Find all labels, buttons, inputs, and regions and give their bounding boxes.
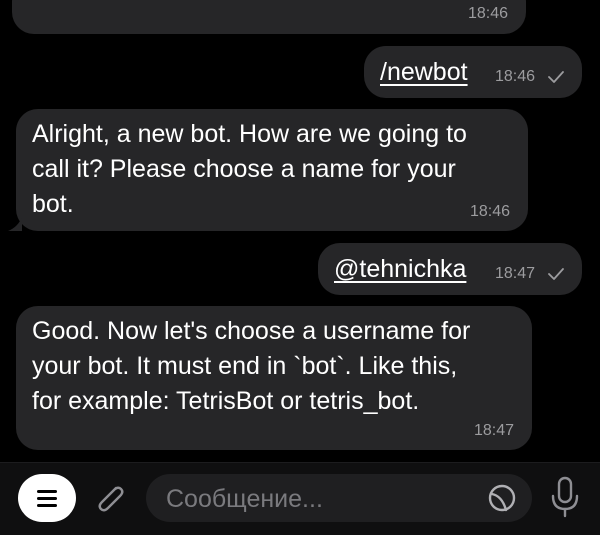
message-input-field[interactable]: Сообщение... (146, 474, 532, 522)
checkmark-icon (548, 268, 564, 280)
message-time: 18:46 (495, 68, 536, 85)
checkmark-icon (548, 71, 564, 83)
message-time: 18:46 (469, 203, 510, 220)
message-text: Alright, a new bot. How are we going to … (32, 120, 467, 218)
message-time: 18:47 (473, 422, 514, 439)
command-link[interactable]: /newbot (380, 55, 468, 90)
menu-icon (37, 497, 57, 500)
outgoing-message-bubble[interactable]: @tehnichka 18:47 (318, 243, 582, 295)
incoming-message-bubble[interactable]: Good. Now let's choose a username for yo… (16, 306, 532, 450)
mention-link[interactable]: @tehnichka (334, 252, 466, 287)
incoming-message-bubble[interactable]: 18:46 (12, 0, 526, 34)
outgoing-message-bubble[interactable]: /newbot 18:46 (364, 46, 582, 98)
message-text: Good. Now let's choose a username for yo… (32, 317, 471, 415)
menu-icon (37, 490, 57, 493)
message-input-bar: Сообщение... (0, 462, 600, 535)
paperclip-icon[interactable] (90, 479, 130, 519)
incoming-message-bubble[interactable]: Alright, a new bot. How are we going to … (16, 109, 528, 231)
message-input-placeholder: Сообщение... (166, 485, 323, 513)
microphone-icon[interactable] (548, 475, 582, 519)
bubble-tail (8, 217, 22, 231)
menu-icon (37, 504, 57, 507)
sticker-icon[interactable] (486, 482, 518, 514)
message-time: 18:47 (495, 265, 536, 282)
message-time: 18:46 (467, 5, 508, 22)
chat-history[interactable]: 18:46 /newbot 18:46 Alright, a new bot. … (0, 0, 600, 462)
menu-button[interactable] (18, 474, 76, 522)
